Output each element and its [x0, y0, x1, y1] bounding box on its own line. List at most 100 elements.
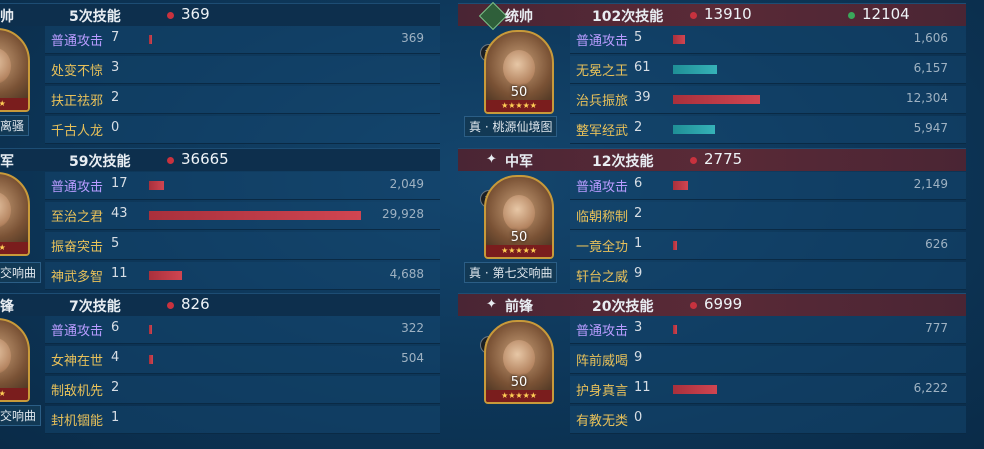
- skill-name: 阵前威喝: [576, 354, 629, 369]
- skill-name: 处变不惊: [51, 64, 104, 79]
- skill-name: 神武多智: [51, 270, 104, 285]
- general-portrait[interactable]: 50 ★★★★★: [484, 320, 554, 404]
- role-label: 中军: [505, 154, 533, 170]
- skill-count: 9: [634, 266, 643, 281]
- skill-name: 临朝称制: [576, 210, 629, 225]
- stars-icon: ★★★★★: [486, 390, 552, 402]
- general-portrait[interactable]: ★★★: [0, 28, 30, 112]
- skill-count: 61: [634, 60, 651, 75]
- general-portrait[interactable]: 50 ★★★★★: [484, 175, 554, 259]
- casts-label: 5次技能: [69, 9, 121, 25]
- skill-count: 11: [634, 380, 651, 395]
- casts-label: 20次技能: [592, 299, 654, 315]
- skill-name: 封机锢能: [51, 414, 104, 429]
- role-label: 锋: [0, 299, 14, 315]
- skill-value: 2,049: [389, 177, 424, 191]
- portrait-face: [503, 340, 535, 376]
- skill-count: 3: [111, 60, 120, 75]
- casts-label: 102次技能: [592, 9, 664, 25]
- skill-row: 临朝称制 2: [570, 202, 966, 230]
- skill-count: 7: [111, 30, 120, 45]
- skill-count: 5: [634, 30, 643, 45]
- skill-value: 1,606: [913, 31, 948, 45]
- skill-name: 普通攻击: [51, 324, 104, 339]
- tactic-label[interactable]: 交响曲: [0, 405, 42, 426]
- portrait-face: [503, 195, 535, 231]
- right-header-3: ✦ 前锋 20次技能 6999: [458, 293, 966, 316]
- tactic-label[interactable]: 离骚: [0, 115, 30, 136]
- damage-total: 826: [181, 295, 210, 313]
- skill-row: 振奋突击 5: [45, 232, 440, 260]
- skill-name: 至治之君: [51, 210, 104, 225]
- skill-value: 12,304: [906, 91, 948, 105]
- skill-value: 6,157: [913, 61, 948, 75]
- damage-dot-icon: [167, 12, 174, 19]
- skill-value: 2,149: [913, 177, 948, 191]
- tactic-label[interactable]: 真 · 桃源仙境图: [464, 116, 558, 137]
- damage-total: 13910: [704, 5, 752, 23]
- role-label: 统帅: [505, 9, 533, 25]
- role-label: 前锋: [505, 299, 533, 315]
- skill-row: 治兵振旅 39 12,304: [570, 86, 966, 114]
- damage-bar: [673, 95, 760, 104]
- skill-name: 振奋突击: [51, 240, 104, 255]
- skill-name: 制敌机先: [51, 384, 104, 399]
- skill-row: 有教无类 0: [570, 406, 966, 434]
- damage-bar: [673, 385, 717, 394]
- right-header-2: ✦ 中军 12次技能 2775: [458, 148, 966, 171]
- skill-name: 女神在世: [51, 354, 104, 369]
- damage-dot-icon: [167, 157, 174, 164]
- damage-bar: [673, 181, 688, 190]
- general-portrait[interactable]: ★★★: [0, 172, 30, 256]
- skill-value: 6,222: [913, 381, 948, 395]
- skill-name: 一竟全功: [576, 240, 629, 255]
- skill-name: 普通攻击: [576, 324, 629, 339]
- skill-row: 封机锢能 1: [45, 406, 440, 434]
- skill-row: 普通攻击 6 2,149: [570, 172, 966, 200]
- damage-bar: [149, 35, 152, 44]
- portrait-face: [0, 48, 11, 84]
- skill-row: 阵前威喝 9: [570, 346, 966, 374]
- heal-bar: [673, 65, 717, 74]
- skill-value: 4,688: [389, 267, 424, 281]
- skill-row: 一竟全功 1 626: [570, 232, 966, 260]
- skill-value: 369: [401, 31, 424, 45]
- skill-row: 制敌机先 2: [45, 376, 440, 404]
- general-portrait[interactable]: 50 ★★★★★: [484, 30, 554, 114]
- damage-bar: [673, 325, 677, 334]
- damage-dot-icon: [167, 302, 174, 309]
- damage-bar: [149, 181, 164, 190]
- skill-row: 扶正祛邪 2: [45, 86, 440, 114]
- skill-row: 女神在世 4 504: [45, 346, 440, 374]
- skill-count: 2: [634, 120, 643, 135]
- badge-icon: [478, 1, 508, 31]
- skill-count: 5: [111, 236, 120, 251]
- damage-total: 2775: [704, 150, 743, 168]
- skill-row: 无冕之王 61 6,157: [570, 56, 966, 84]
- skill-value: 29,928: [382, 207, 424, 221]
- heal-dot-icon: [848, 12, 855, 19]
- skill-name: 护身真言: [576, 384, 629, 399]
- skill-row: 轩台之威 9: [570, 262, 966, 290]
- skill-count: 1: [634, 236, 643, 251]
- skill-count: 2: [634, 206, 643, 221]
- skill-value: 5,947: [913, 121, 948, 135]
- skill-name: 轩台之威: [576, 270, 629, 285]
- portrait-face: [0, 192, 11, 228]
- skill-count: 0: [111, 120, 120, 135]
- left-panel: 帅 5次技能 369 ★★★ 离骚 普通攻击 7 369 处变不惊 3 扶正祛邪…: [0, 0, 440, 449]
- skill-count: 4: [111, 350, 120, 365]
- skill-count: 6: [111, 320, 120, 335]
- skill-value: 322: [401, 321, 424, 335]
- role-label: 军: [0, 154, 14, 170]
- stars-icon: ★★★: [0, 242, 28, 254]
- skill-count: 6: [634, 176, 643, 191]
- damage-bar: [149, 355, 153, 364]
- tactic-label[interactable]: 真 · 第七交响曲: [464, 262, 558, 283]
- skill-name: 有教无类: [576, 414, 629, 429]
- tactic-label[interactable]: 交响曲: [0, 262, 42, 283]
- star-icon: ✦: [486, 152, 497, 167]
- damage-total: 6999: [704, 295, 743, 313]
- general-portrait[interactable]: ★★★: [0, 318, 30, 402]
- casts-label: 7次技能: [69, 299, 121, 315]
